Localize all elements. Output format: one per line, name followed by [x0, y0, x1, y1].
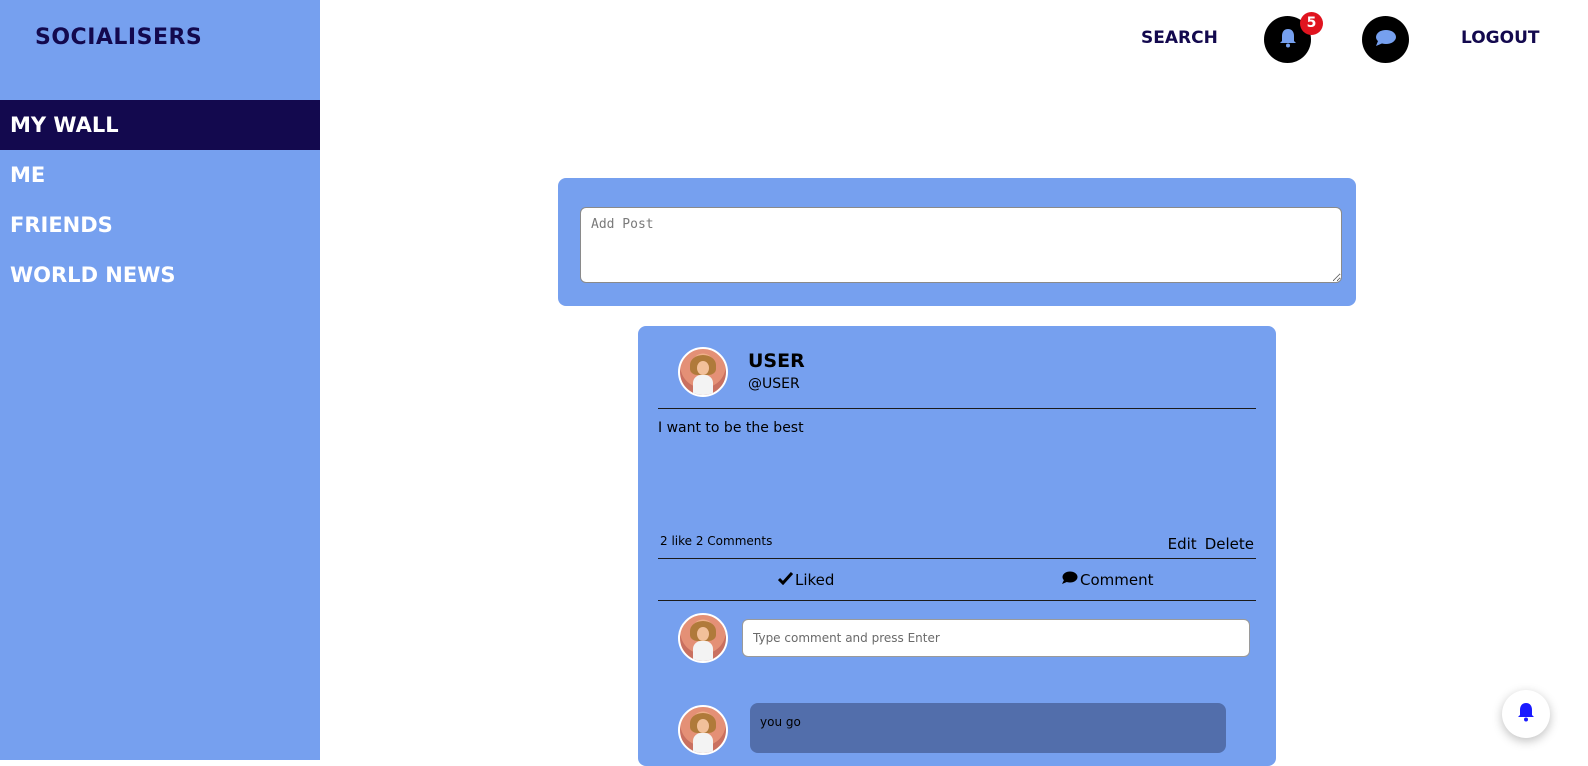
- divider: [658, 600, 1256, 601]
- comment-bubble: you go: [750, 703, 1226, 753]
- sidebar-item-friends[interactable]: FRIENDS: [0, 200, 320, 250]
- avatar[interactable]: [678, 613, 728, 663]
- avatar[interactable]: [678, 705, 728, 755]
- post-stats[interactable]: 2 like 2 Comments: [660, 534, 772, 548]
- search-link[interactable]: SEARCH: [1141, 28, 1218, 48]
- edit-button[interactable]: Edit: [1168, 535, 1197, 553]
- floating-notification-button[interactable]: [1502, 690, 1550, 738]
- post-author-handle: @USER: [748, 376, 800, 392]
- bell-icon: [1517, 702, 1535, 726]
- comment-label: Comment: [1080, 571, 1154, 589]
- sidebar-item-me[interactable]: ME: [0, 150, 320, 200]
- delete-button[interactable]: Delete: [1205, 535, 1254, 553]
- comment-button[interactable]: Comment: [1062, 571, 1154, 589]
- divider: [658, 558, 1256, 559]
- comment-input[interactable]: [742, 619, 1250, 657]
- like-label: Liked: [795, 571, 835, 589]
- sidebar-item-my-wall[interactable]: MY WALL: [0, 100, 320, 150]
- messages-button[interactable]: [1362, 16, 1409, 63]
- notification-count-badge: 5: [1300, 12, 1323, 35]
- logout-link[interactable]: LOGOUT: [1461, 28, 1539, 48]
- like-button[interactable]: Liked: [777, 571, 835, 589]
- bell-icon: [1279, 28, 1297, 52]
- post-text: I want to be the best: [658, 420, 804, 436]
- avatar[interactable]: [678, 347, 728, 397]
- notifications-button[interactable]: 5: [1264, 12, 1323, 63]
- sidebar-nav: MY WALL ME FRIENDS WORLD NEWS: [0, 100, 320, 300]
- post-owner-actions: Edit Delete: [1168, 535, 1254, 553]
- comment-icon: [1062, 571, 1078, 589]
- divider: [658, 408, 1256, 409]
- sidebar-item-world-news[interactable]: WORLD NEWS: [0, 250, 320, 300]
- add-post-card: [558, 178, 1356, 306]
- add-post-textarea[interactable]: [580, 207, 1342, 283]
- chat-bubble-icon: [1375, 29, 1397, 51]
- brand-logo[interactable]: SOCIALISERS: [35, 25, 202, 50]
- sidebar: SOCIALISERS MY WALL ME FRIENDS WORLD NEW…: [0, 0, 320, 760]
- post-author-name[interactable]: USER: [748, 350, 805, 372]
- post-card: USER @USER I want to be the best 2 like …: [638, 326, 1276, 766]
- comment-text: you go: [760, 715, 801, 729]
- checkmark-icon: [777, 571, 794, 589]
